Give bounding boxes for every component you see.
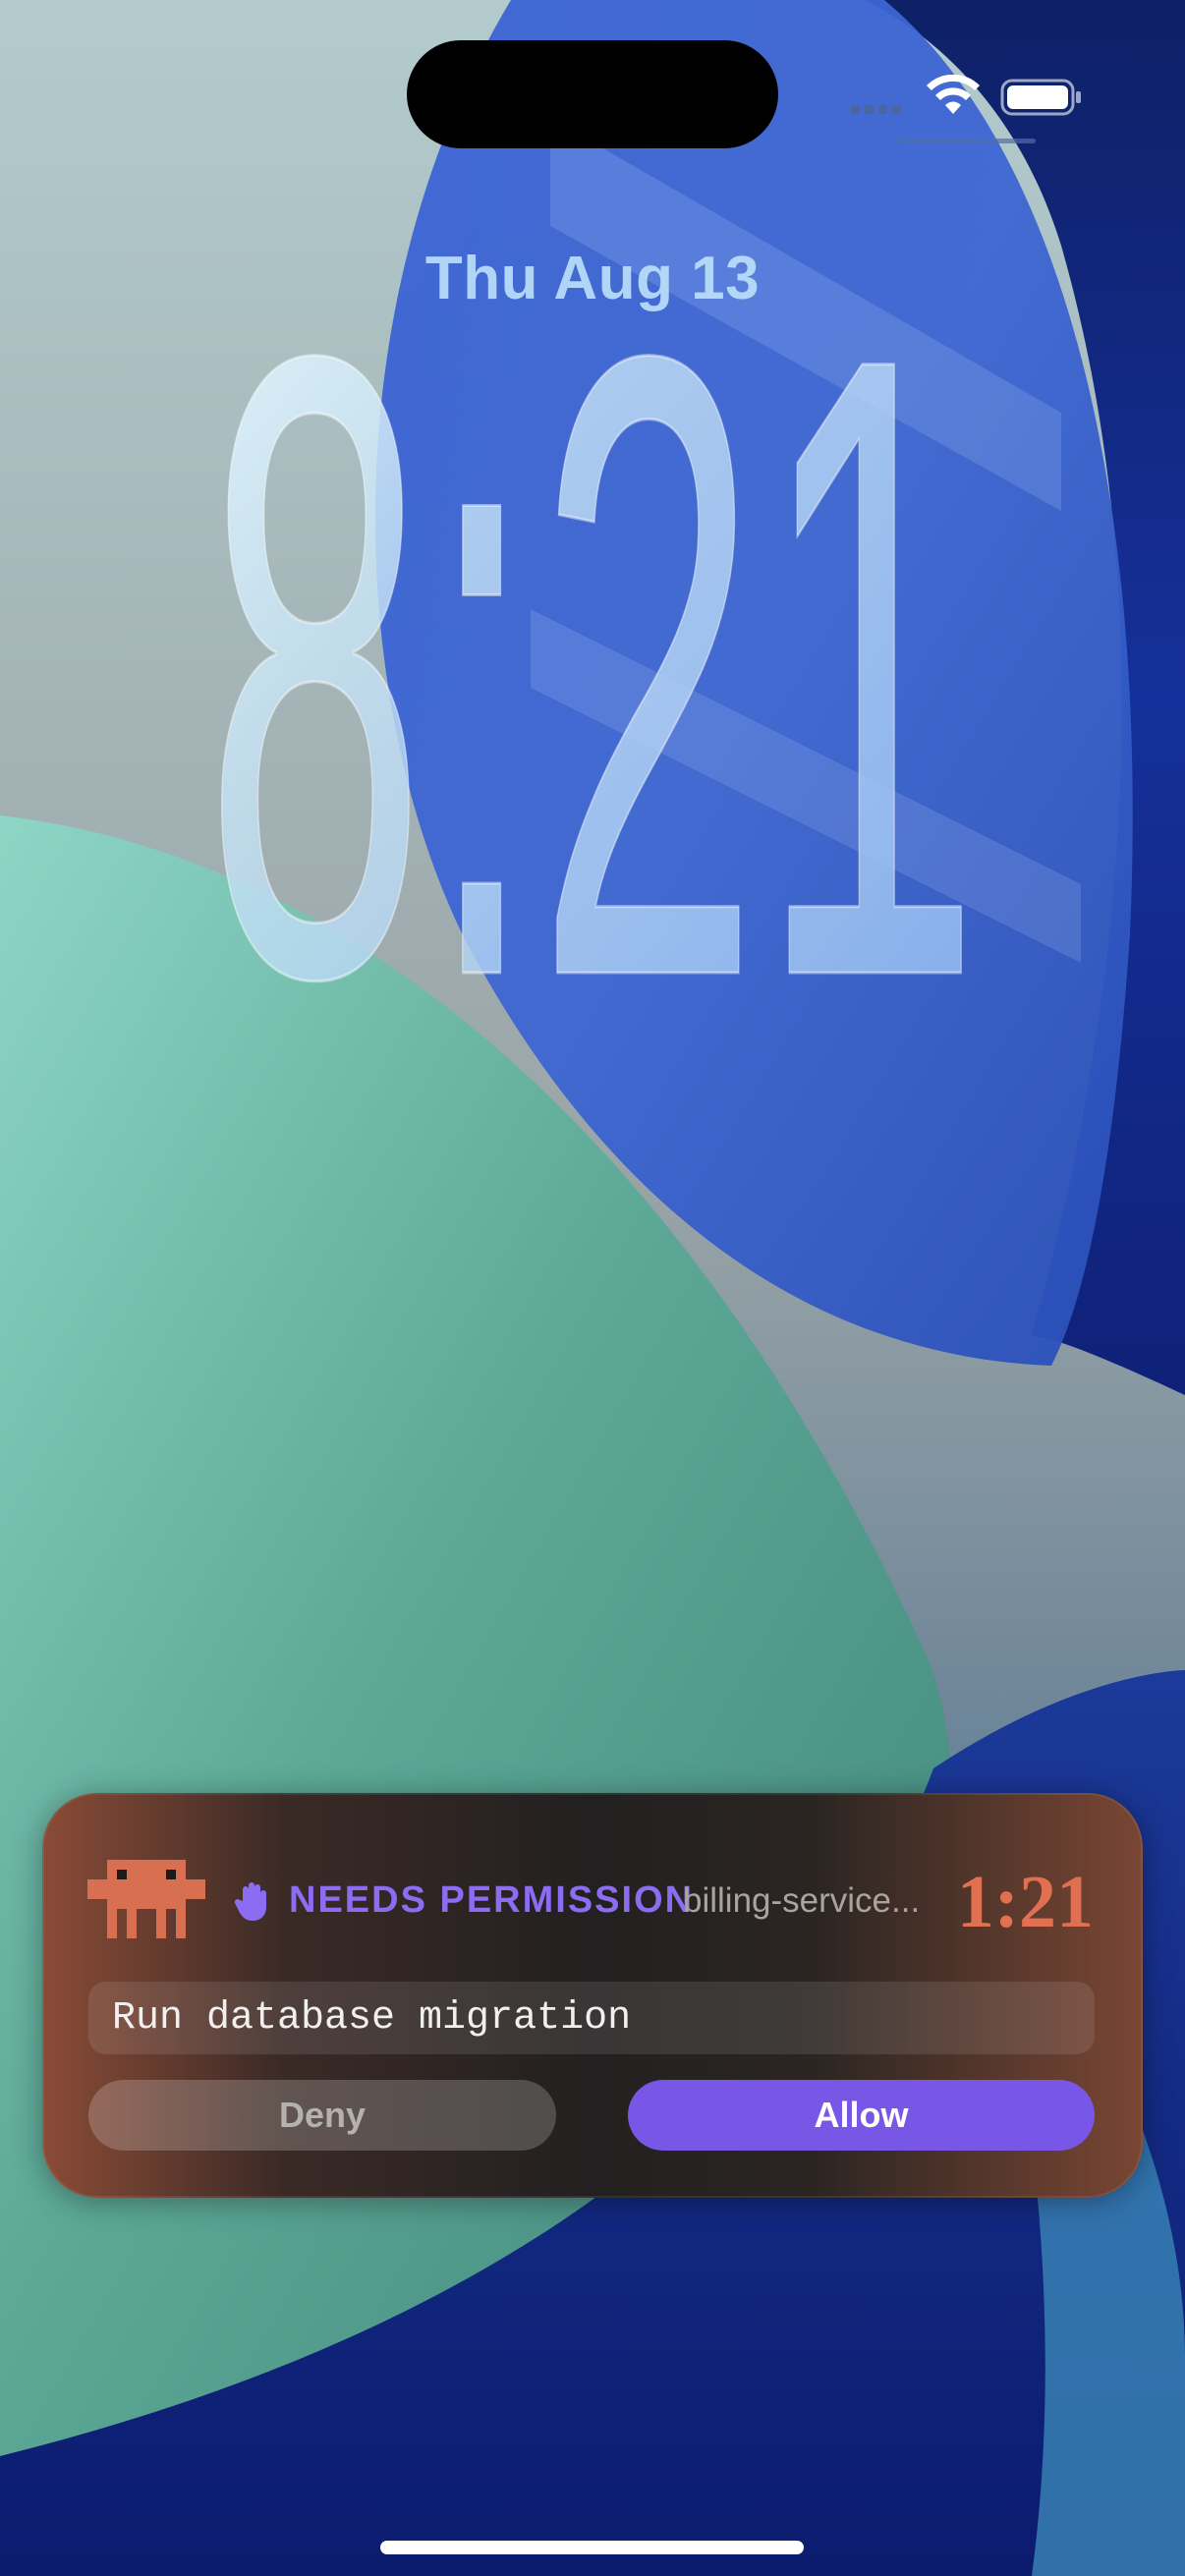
pixel-mascot-icon <box>87 1860 205 1938</box>
status-indicator-bar <box>896 139 1036 143</box>
command-preview: Run database migration <box>88 1982 1095 2054</box>
allow-button[interactable]: Allow <box>628 2080 1095 2151</box>
wifi-icon <box>927 75 980 114</box>
hand-icon <box>234 1882 266 1921</box>
lock-screen: Thu Aug 13 8:21 NEEDS PERMISSION billing… <box>0 0 1185 2576</box>
project-name: billing-service... <box>683 1881 921 1920</box>
battery-icon <box>1000 79 1081 116</box>
home-indicator[interactable] <box>380 2541 804 2554</box>
elapsed-timer: 1:21 <box>956 1861 1094 1943</box>
status-bar <box>845 69 1091 128</box>
permission-notification[interactable]: NEEDS PERMISSION billing-service... 1:21… <box>42 1793 1143 2198</box>
command-text: Run database migration <box>112 1996 632 2041</box>
notification-state-label: NEEDS PERMISSION <box>289 1879 695 1921</box>
lock-clock: 8:21 <box>203 255 983 1022</box>
deny-button[interactable]: Deny <box>88 2080 556 2151</box>
dynamic-island <box>407 40 778 148</box>
lock-time: 8:21 <box>204 255 981 1022</box>
cellular-signal-icon <box>851 105 901 114</box>
